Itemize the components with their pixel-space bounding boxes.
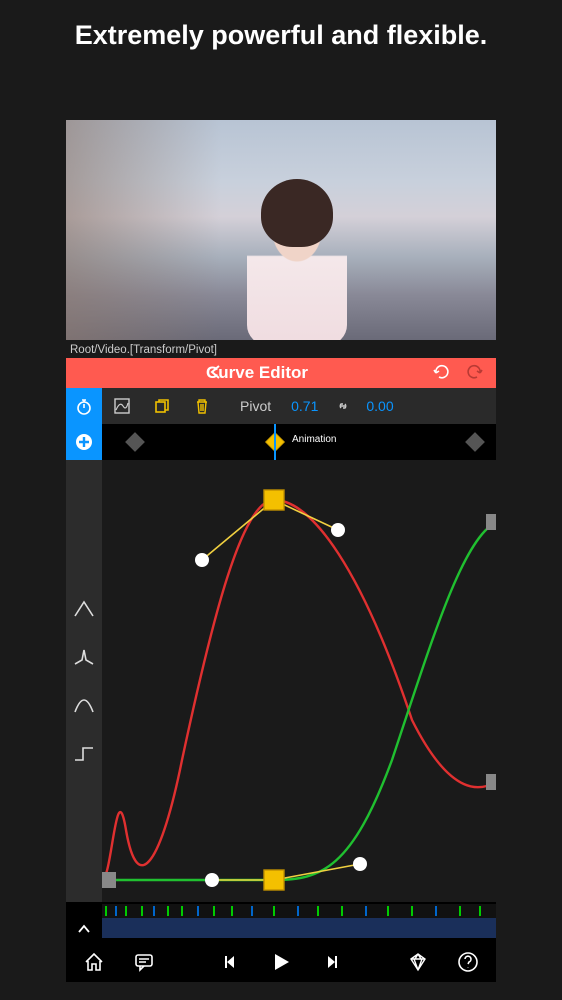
preset-linear-in-out[interactable]: [66, 595, 102, 623]
keyframe-marker[interactable]: [465, 432, 485, 452]
preview-subject: [247, 195, 347, 340]
preset-spike[interactable]: [66, 643, 102, 671]
curve-graph[interactable]: [102, 460, 496, 902]
preset-step[interactable]: [66, 739, 102, 767]
editor-body: Animation: [66, 424, 496, 902]
preset-bell[interactable]: [66, 691, 102, 719]
anchor-yellow[interactable]: [264, 870, 284, 890]
toolbar: Pivot 0.71 0.00: [66, 388, 496, 424]
frame-forward-button[interactable]: [313, 944, 349, 980]
play-button[interactable]: [263, 944, 299, 980]
redo-button[interactable]: [458, 361, 492, 386]
curve-green[interactable]: [102, 522, 496, 880]
timeline-ruler[interactable]: [102, 918, 496, 938]
bottom-bar: [66, 942, 496, 982]
anchor-gray[interactable]: [102, 872, 116, 888]
stopwatch-button[interactable]: [66, 388, 102, 424]
add-keyframe-button[interactable]: [66, 424, 102, 460]
title-bar: Curve Editor: [66, 358, 496, 388]
graph-mode-button[interactable]: [102, 388, 142, 424]
title-text: Curve Editor: [66, 363, 424, 383]
link-icon[interactable]: [328, 388, 358, 424]
back-button[interactable]: [206, 362, 226, 387]
anchor-gray[interactable]: [486, 774, 496, 790]
keyframe-strip[interactable]: Animation: [102, 424, 496, 460]
curve-presets: [66, 460, 102, 902]
video-preview[interactable]: [66, 120, 496, 340]
handle-point[interactable]: [353, 857, 367, 871]
curve-red[interactable]: [102, 500, 496, 880]
anchor-yellow[interactable]: [264, 490, 284, 510]
app-window: Root/Video.[Transform/Pivot] Curve Edito…: [66, 120, 496, 940]
handle-point[interactable]: [205, 873, 219, 887]
diamond-button[interactable]: [400, 944, 436, 980]
comment-button[interactable]: [126, 944, 162, 980]
keyframe-marker[interactable]: [125, 432, 145, 452]
handle-line[interactable]: [274, 864, 360, 880]
marketing-tagline: Extremely powerful and flexible.: [0, 0, 562, 65]
param-value-2[interactable]: 0.00: [358, 388, 399, 424]
help-button[interactable]: [450, 944, 486, 980]
frame-back-button[interactable]: [213, 944, 249, 980]
copy-button[interactable]: [142, 388, 182, 424]
handle-point[interactable]: [331, 523, 345, 537]
handle-line[interactable]: [202, 500, 274, 560]
keyframe-label: Animation: [292, 434, 336, 445]
timeline-marks: [102, 904, 496, 918]
param-label: Pivot: [222, 388, 281, 424]
breadcrumb: Root/Video.[Transform/Pivot]: [66, 340, 496, 358]
handle-point[interactable]: [195, 553, 209, 567]
undo-button[interactable]: [424, 361, 458, 386]
trash-button[interactable]: [182, 388, 222, 424]
canvas-area[interactable]: Animation: [102, 424, 496, 902]
param-value-1[interactable]: 0.71: [281, 388, 328, 424]
anchor-gray[interactable]: [486, 514, 496, 530]
left-column: [66, 424, 102, 902]
home-button[interactable]: [76, 944, 112, 980]
